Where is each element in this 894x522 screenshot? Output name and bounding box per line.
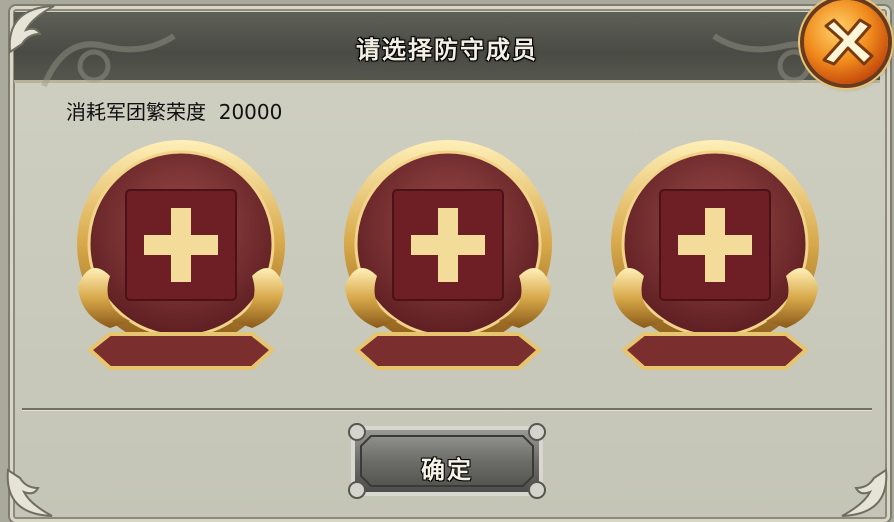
defender-slot-1[interactable] xyxy=(70,136,292,386)
close-button[interactable] xyxy=(804,0,888,84)
corner-ornament-icon xyxy=(841,468,888,517)
defender-slot-3[interactable] xyxy=(604,136,826,386)
corner-ornament-icon xyxy=(6,468,53,517)
cost-label: 消耗军团繁荣度 20000 xyxy=(66,100,283,124)
dialog-title: 请选择防守成员 xyxy=(356,36,538,64)
corner-ornament-icon xyxy=(8,5,55,54)
confirm-button-label: 确定 xyxy=(421,456,473,484)
divider xyxy=(22,408,872,410)
plus-icon xyxy=(411,208,485,282)
confirm-button[interactable]: 确定 xyxy=(347,420,547,502)
defender-slot-2[interactable] xyxy=(337,136,559,386)
close-icon xyxy=(822,18,874,66)
plus-icon xyxy=(678,208,752,282)
plus-icon xyxy=(144,208,218,282)
